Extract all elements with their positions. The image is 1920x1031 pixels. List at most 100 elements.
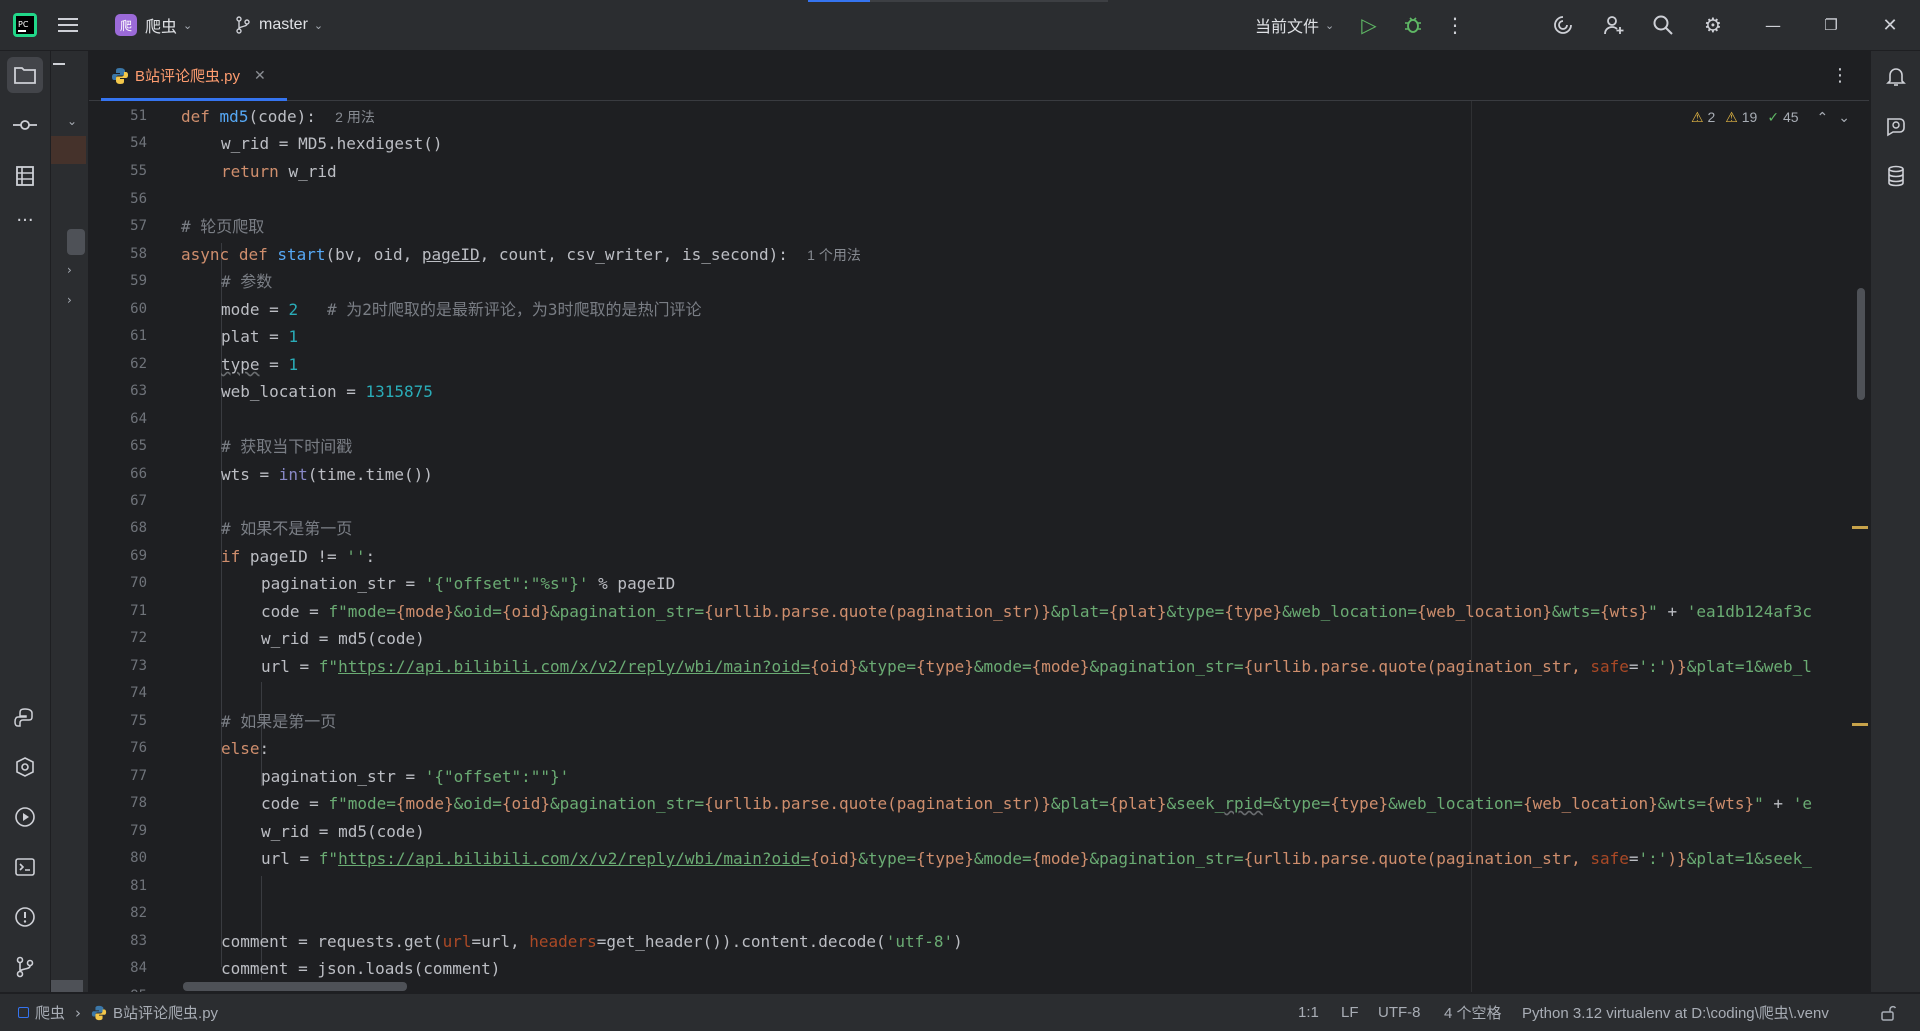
minimize-icon[interactable]: — xyxy=(1761,13,1785,37)
file-encoding[interactable]: UTF-8 xyxy=(1378,994,1421,1031)
tab-filename: B站评论爬虫.py xyxy=(135,68,241,85)
python-file-icon xyxy=(91,1005,107,1020)
code-line-75: # 如果是第一页 xyxy=(221,712,337,731)
run-config-label: 当前文件 xyxy=(1255,19,1320,36)
run-icon[interactable]: ▷ xyxy=(1357,13,1381,37)
status-bar: 爬虫 › B站评论爬虫.py 1:1 LF UTF-8 4 个空格 Python… xyxy=(0,993,1920,1031)
database-icon[interactable] xyxy=(1883,163,1909,189)
caret-position[interactable]: 1:1 xyxy=(1298,994,1319,1031)
scroll-marker[interactable] xyxy=(1852,723,1868,726)
chevron-down-icon: ⌄ xyxy=(183,18,193,32)
chevron-down-icon[interactable]: ⌄ xyxy=(67,114,77,128)
code-line-63: web_location = 1315875 xyxy=(221,382,433,401)
line-number: 63 xyxy=(130,383,147,399)
line-number: 60 xyxy=(130,301,147,317)
python-interpreter[interactable]: Python 3.12 virtualenv at D:\coding\爬虫\.… xyxy=(1522,994,1829,1031)
chevron-right-icon[interactable]: › xyxy=(67,293,72,307)
line-number: 75 xyxy=(130,713,147,729)
line-number: 64 xyxy=(130,411,147,427)
indent-settings[interactable]: 4 个空格 xyxy=(1444,994,1502,1031)
line-number: 58 xyxy=(130,246,147,262)
main-menu-icon[interactable] xyxy=(58,0,80,50)
line-number: 76 xyxy=(130,740,147,756)
editor-vertical-scrollbar[interactable] xyxy=(1857,288,1865,400)
debug-icon[interactable] xyxy=(1401,13,1425,37)
project-switcher[interactable]: 爬 爬虫 ⌄ xyxy=(115,0,192,50)
pycharm-logo-icon[interactable]: PC xyxy=(12,12,38,38)
project-folder-icon[interactable] xyxy=(7,57,43,93)
chevron-right-icon[interactable]: › xyxy=(67,263,72,277)
editor-tab-bar: B站评论爬虫.py ✕ ⋮ xyxy=(89,51,1869,101)
run-tool-icon[interactable] xyxy=(12,804,38,830)
code-line-60: mode = 2 # 为2时爬取的是最新评论，为3时爬取的是热门评论 xyxy=(221,300,702,319)
breadcrumb[interactable]: 爬虫 › B站评论爬虫.py xyxy=(18,994,218,1031)
code-line-76: else: xyxy=(221,739,270,758)
selected-tree-row[interactable] xyxy=(51,136,86,164)
scroll-marker[interactable] xyxy=(1852,526,1868,529)
search-icon[interactable] xyxy=(1651,13,1675,37)
line-number: 57 xyxy=(130,218,147,234)
code-line-73: url = f"https://api.bilibili.com/x/v2/re… xyxy=(261,657,1812,676)
code-line-72: w_rid = md5(code) xyxy=(261,629,425,648)
code-line-70: pagination_str = '{"offset":"%s"}' % pag… xyxy=(261,574,676,593)
line-number: 66 xyxy=(130,466,147,482)
settings-gear-icon[interactable]: ⚙ xyxy=(1701,13,1725,37)
chevron-down-icon[interactable]: ⌄ xyxy=(1838,110,1850,126)
collapse-icon[interactable] xyxy=(53,63,65,65)
code-line-78: code = f"mode={mode}&oid={oid}&paginatio… xyxy=(261,794,1812,813)
more-tools-icon[interactable]: ··· xyxy=(12,207,38,233)
code-line-77: pagination_str = '{"offset":""}' xyxy=(261,767,570,786)
line-number: 71 xyxy=(130,603,147,619)
breadcrumb-project[interactable]: 爬虫 xyxy=(35,1002,65,1023)
services-icon[interactable] xyxy=(12,754,38,780)
close-tab-icon[interactable]: ✕ xyxy=(254,68,266,84)
notifications-bell-icon[interactable] xyxy=(1883,63,1909,89)
line-number: 72 xyxy=(130,630,147,646)
line-number: 78 xyxy=(130,795,147,811)
code-editor[interactable]: 51 54 55 56 57 58 59 60 61 62 63 64 65 66 67 68 69 70 71 72… xyxy=(89,101,1869,992)
git-icon[interactable] xyxy=(12,954,38,980)
line-separator[interactable]: LF xyxy=(1341,994,1359,1031)
code-line-84: comment = json.loads(comment) xyxy=(221,959,501,978)
tab-options-icon[interactable]: ⋮ xyxy=(1831,65,1849,86)
run-configuration-selector[interactable]: 当前文件 ⌄ xyxy=(1255,0,1334,50)
line-number: 54 xyxy=(130,135,147,151)
line-number: 55 xyxy=(130,163,147,179)
close-window-icon[interactable]: ✕ xyxy=(1878,13,1902,37)
structure-icon[interactable] xyxy=(12,163,38,189)
warning-count: 19 xyxy=(1741,109,1758,125)
line-number: 83 xyxy=(130,933,147,949)
line-number: 61 xyxy=(130,328,147,344)
branch-name: master xyxy=(259,16,308,33)
breadcrumb-file[interactable]: B站评论爬虫.py xyxy=(113,1002,218,1023)
commit-icon[interactable] xyxy=(12,112,38,138)
line-number: 85 xyxy=(109,983,147,992)
line-number: 79 xyxy=(130,823,147,839)
line-number: 51 xyxy=(130,108,147,124)
more-actions-icon[interactable]: ⋮ xyxy=(1443,13,1467,37)
inspection-widget[interactable]: ⚠ 2 ⚠ 19 ✓ 45 ⌃ ⌄ xyxy=(1691,109,1850,126)
code-area[interactable]: def md5(code): 2 用法 w_rid = MD5.hexdiges… xyxy=(181,101,1851,992)
python-packages-icon[interactable] xyxy=(12,705,38,731)
ai-assistant-icon[interactable] xyxy=(1551,13,1575,37)
ai-chat-icon[interactable] xyxy=(1883,113,1909,139)
terminal-icon[interactable] xyxy=(12,854,38,880)
code-line-69: if pageID != '': xyxy=(221,547,376,566)
left-tool-strip: ··· xyxy=(0,51,51,992)
editor-horizontal-scrollbar[interactable] xyxy=(183,982,407,991)
chevron-up-icon[interactable]: ⌃ xyxy=(1817,110,1829,126)
chevron-down-icon: ⌄ xyxy=(1325,18,1335,32)
line-number: 67 xyxy=(130,493,147,509)
code-line-55: return w_rid xyxy=(221,162,337,181)
branch-switcher[interactable]: master ⌄ xyxy=(235,0,323,50)
add-user-icon[interactable] xyxy=(1602,13,1626,37)
panel-hscroll[interactable] xyxy=(51,980,83,992)
lock-icon[interactable] xyxy=(1880,994,1896,1031)
line-number: 70 xyxy=(130,575,147,591)
tab-file[interactable]: B站评论爬虫.py ✕ xyxy=(101,51,287,101)
panel-scroll-thumb[interactable] xyxy=(67,229,85,255)
line-number: 74 xyxy=(130,685,147,701)
title-bar: PC 爬 爬虫 ⌄ master ⌄ 当前文件 ⌄ ▷ ⋮ ⚙ — ❐ ✕ xyxy=(0,0,1920,51)
restore-window-icon[interactable]: ❐ xyxy=(1819,13,1843,37)
problems-icon[interactable] xyxy=(12,904,38,930)
